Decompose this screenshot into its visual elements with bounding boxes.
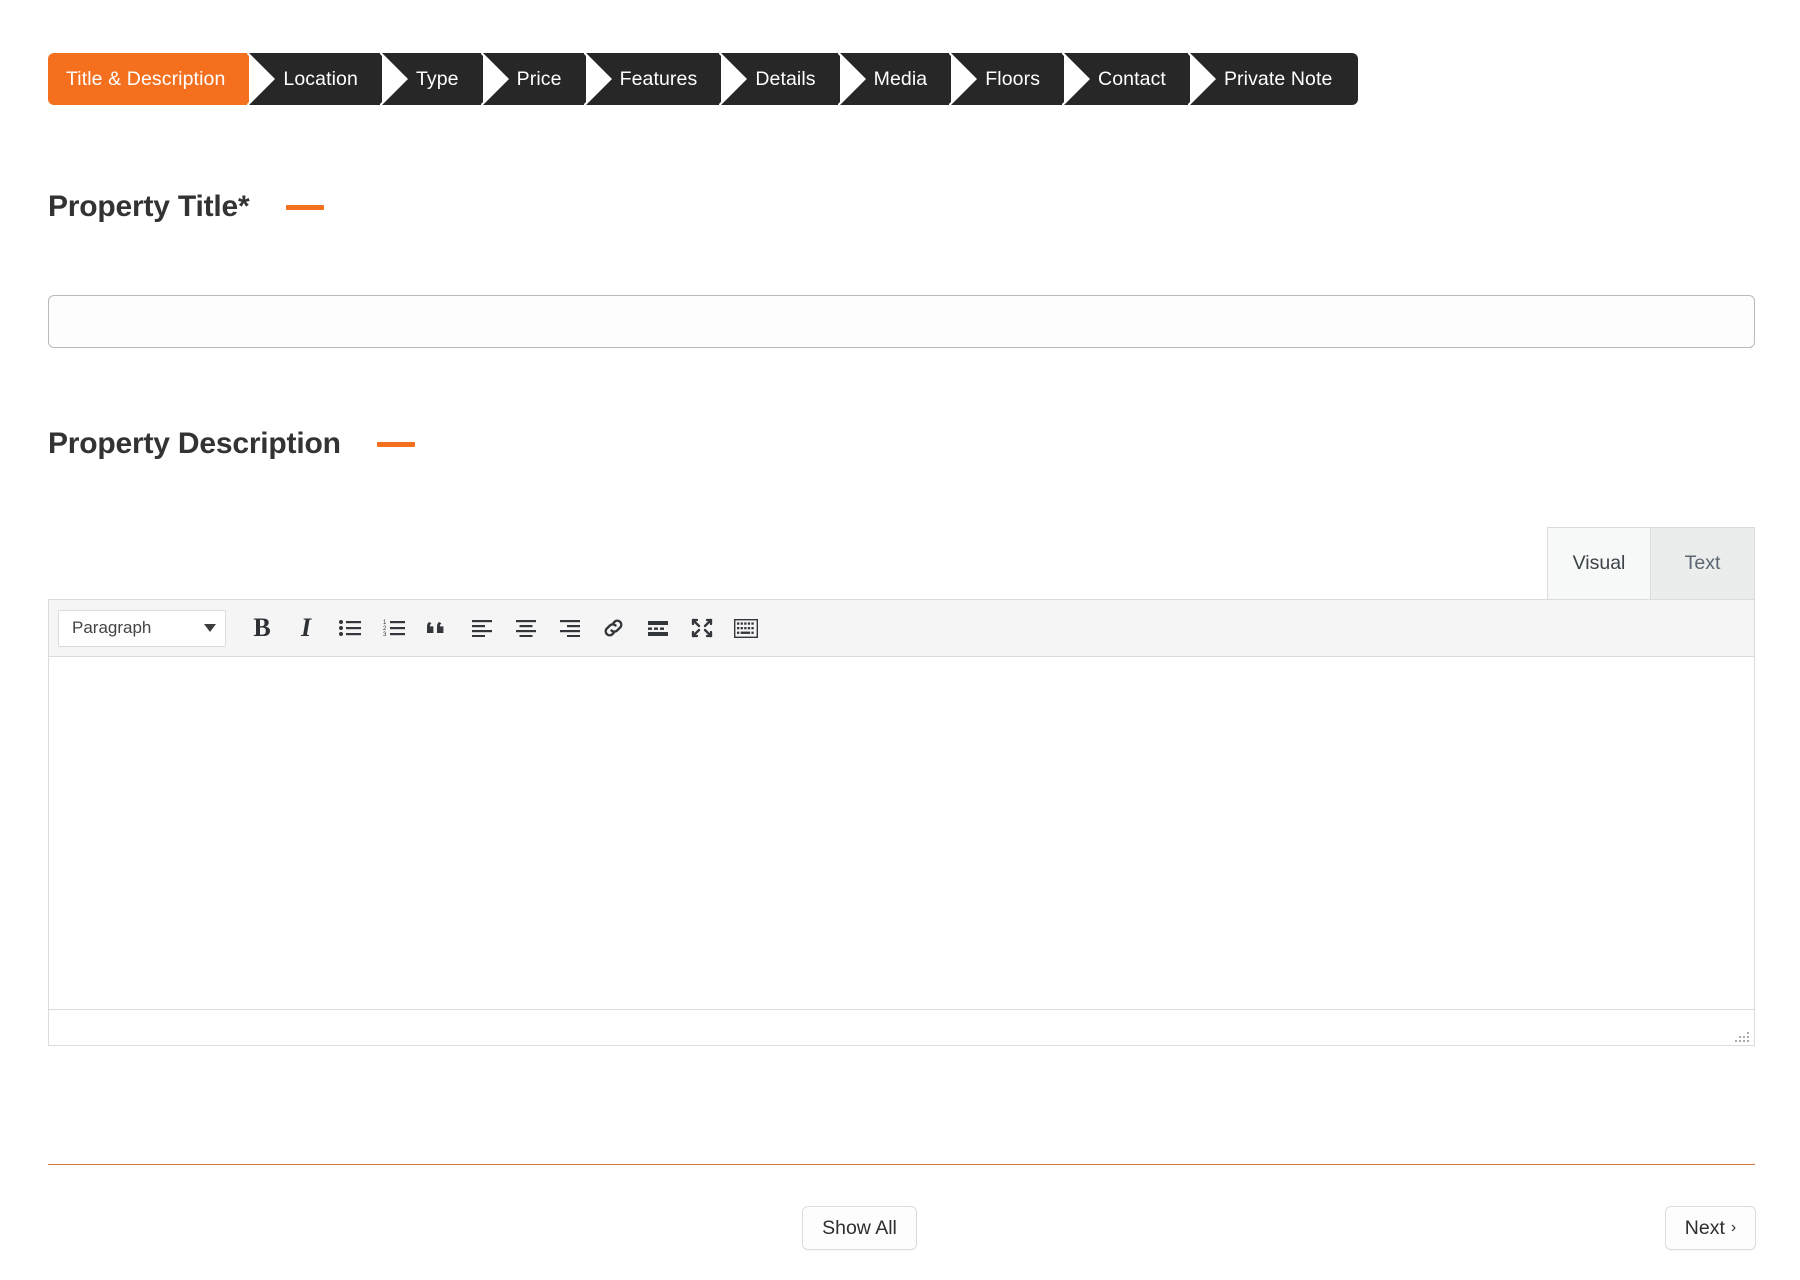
step-label: Title & Description xyxy=(66,68,226,90)
italic-icon[interactable]: I xyxy=(284,606,328,650)
heading-accent-dash xyxy=(285,204,324,210)
step-label: Details xyxy=(755,68,816,90)
editor-content-area[interactable] xyxy=(49,657,1754,1009)
tab-label: Text xyxy=(1684,552,1721,574)
step-label: Contact xyxy=(1098,68,1166,90)
step-private-note[interactable]: Private Note xyxy=(1189,53,1359,105)
footer-divider xyxy=(48,1164,1755,1165)
bold-glyph: B xyxy=(253,613,271,642)
description-textarea[interactable] xyxy=(49,657,1754,1009)
align-right-icon[interactable] xyxy=(548,606,592,650)
step-features[interactable]: Features xyxy=(585,53,745,105)
read-more-icon[interactable] xyxy=(636,606,680,650)
step-floors[interactable]: Floors xyxy=(951,53,1087,105)
align-left-icon[interactable] xyxy=(460,606,504,650)
step-label: Type xyxy=(415,68,459,90)
property-description-heading: Property Description xyxy=(48,427,415,461)
editor-status-bar xyxy=(49,1009,1754,1045)
svg-text:3: 3 xyxy=(383,632,387,637)
show-all-button[interactable]: Show All xyxy=(802,1206,917,1250)
link-icon[interactable] xyxy=(592,606,636,650)
editor-mode-tabs: Visual Text xyxy=(1547,527,1755,599)
step-label: Floors xyxy=(985,68,1041,90)
heading-accent-dash xyxy=(376,441,415,447)
tab-label: Visual xyxy=(1572,552,1626,574)
step-label: Price xyxy=(516,68,562,90)
paragraph-format-select[interactable]: Paragraph xyxy=(58,609,226,647)
italic-glyph: I xyxy=(300,613,312,642)
bulleted-list-icon[interactable] xyxy=(328,606,372,650)
property-title-heading: Property Title* xyxy=(48,190,324,224)
numbered-list-icon[interactable]: 1 2 3 xyxy=(372,606,416,650)
step-location[interactable]: Location xyxy=(249,53,405,105)
bold-icon[interactable]: B xyxy=(240,606,284,650)
chevron-down-icon xyxy=(204,624,216,632)
step-title-description[interactable]: Title & Description xyxy=(48,53,273,105)
resize-grip-icon[interactable] xyxy=(1733,1026,1749,1042)
blockquote-icon[interactable] xyxy=(416,606,460,650)
chevron-right-icon: › xyxy=(1730,1219,1737,1236)
align-center-icon[interactable] xyxy=(504,606,548,650)
toolbar-toggle-icon[interactable] xyxy=(724,606,768,650)
next-button[interactable]: Next › xyxy=(1665,1206,1756,1250)
step-type[interactable]: Type xyxy=(381,53,506,105)
property-submit-page: Title & Description Location Type Price Feat… xyxy=(0,0,1800,1280)
page-title: Property Title* xyxy=(48,190,250,223)
step-label: Media xyxy=(873,68,928,90)
step-breadcrumb: Title & Description Location Type Price Feat… xyxy=(48,53,1359,105)
step-media[interactable]: Media xyxy=(839,53,974,105)
paragraph-format-value: Paragraph xyxy=(72,618,152,637)
tab-visual[interactable]: Visual xyxy=(1547,527,1651,599)
step-label: Location xyxy=(283,68,358,90)
tab-text[interactable]: Text xyxy=(1651,527,1755,599)
editor-box: Paragraph B I 1 2 3 xyxy=(48,599,1755,1046)
editor-toolbar: Paragraph B I 1 2 3 xyxy=(49,600,1754,657)
section-title: Property Description xyxy=(48,427,341,460)
step-price[interactable]: Price xyxy=(482,53,609,105)
fullscreen-icon[interactable] xyxy=(680,606,724,650)
property-title-input[interactable] xyxy=(48,295,1755,348)
next-button-label: Next xyxy=(1684,1216,1725,1239)
step-label: Private Note xyxy=(1223,68,1333,90)
step-label: Features xyxy=(619,68,698,90)
step-details[interactable]: Details xyxy=(721,53,864,105)
step-contact[interactable]: Contact xyxy=(1064,53,1213,105)
